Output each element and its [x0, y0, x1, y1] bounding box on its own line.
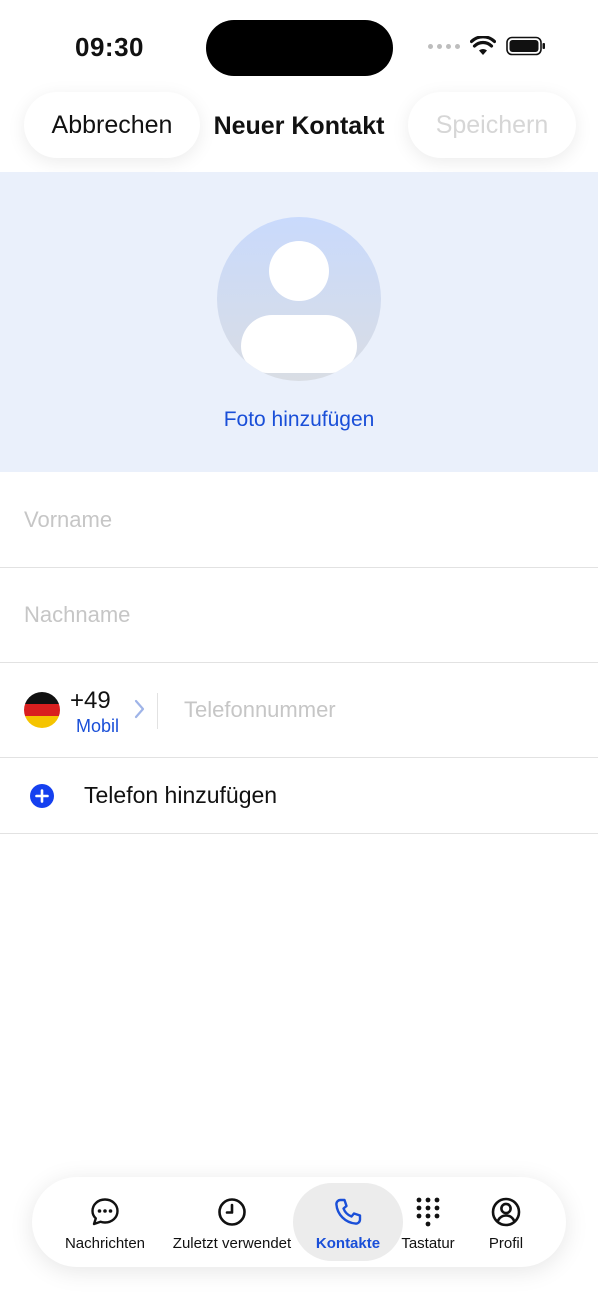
- tab-nachrichten[interactable]: Nachrichten: [58, 1177, 152, 1267]
- status-bar: 09:30: [0, 0, 598, 90]
- tab-bar: Nachrichten Zuletzt verwendet Kontakte T…: [32, 1177, 566, 1267]
- profile-icon: [491, 1197, 521, 1227]
- add-phone-label: Telefon hinzufügen: [84, 782, 278, 808]
- tab-label: Nachrichten: [64, 1235, 146, 1252]
- avatar-placeholder-icon[interactable]: [217, 217, 381, 381]
- tab-label: Profil: [488, 1235, 524, 1252]
- tab-zuletzt-verwendet[interactable]: Zuletzt verwendet: [162, 1177, 302, 1267]
- field-divider: [157, 693, 158, 729]
- wifi-icon: [470, 36, 496, 55]
- country-code[interactable]: +49: [70, 687, 111, 715]
- germany-flag-icon[interactable]: [24, 692, 60, 728]
- dynamic-island: [206, 20, 393, 76]
- keypad-icon: [416, 1197, 440, 1227]
- tab-label: Zuletzt verwendet: [172, 1235, 292, 1252]
- last-name-row: [0, 568, 598, 663]
- phone-row: +49 Mobil: [0, 663, 598, 758]
- phone-type-label[interactable]: Mobil: [76, 716, 119, 737]
- phone-number-field[interactable]: [184, 663, 564, 757]
- save-button[interactable]: Speichern: [408, 92, 576, 158]
- status-icons: [428, 36, 546, 56]
- plus-circle-icon: [30, 784, 54, 808]
- tab-tastatur[interactable]: Tastatur: [393, 1177, 463, 1267]
- tab-label: Tastatur: [401, 1235, 455, 1252]
- status-time: 09:30: [75, 32, 144, 62]
- signal-icon: [428, 43, 460, 49]
- first-name-row: [0, 473, 598, 568]
- add-phone-button[interactable]: Telefon hinzufügen: [0, 758, 598, 834]
- add-photo-link[interactable]: Foto hinzufügen: [0, 408, 598, 432]
- tab-profil[interactable]: Profil: [476, 1177, 536, 1267]
- battery-icon: [506, 36, 545, 56]
- tab-label: Kontakte: [315, 1235, 381, 1252]
- tab-kontakte[interactable]: Kontakte: [303, 1177, 393, 1267]
- chat-bubble-icon: [91, 1198, 119, 1226]
- last-name-field[interactable]: [24, 568, 564, 662]
- clock-icon: [218, 1198, 246, 1226]
- phone-icon: [335, 1198, 362, 1225]
- first-name-field[interactable]: [24, 473, 564, 567]
- photo-section: Foto hinzufügen: [0, 172, 598, 472]
- chevron-right-icon[interactable]: [134, 699, 146, 719]
- nav-header: Abbrechen Neuer Kontakt Speichern: [0, 90, 598, 172]
